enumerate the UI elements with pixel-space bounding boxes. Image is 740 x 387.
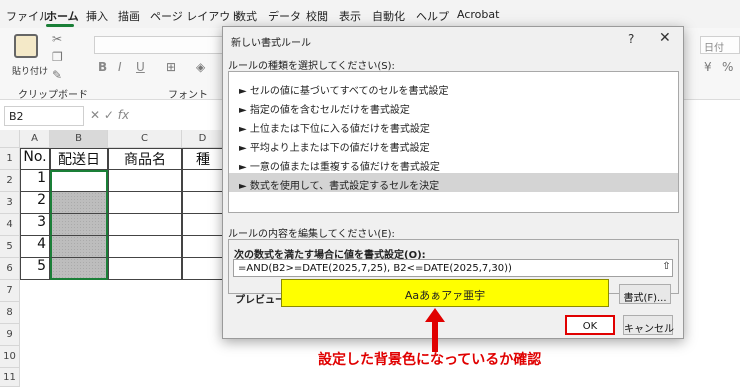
rule-type-specific-text[interactable]: ► 指定の値を含むセルだけを書式設定 — [229, 97, 678, 116]
paste-icon[interactable] — [14, 34, 38, 58]
rule-type-label: ルールの種類を選択してください(S): — [228, 61, 395, 72]
cell-b2[interactable] — [50, 170, 108, 192]
bold-icon[interactable]: B — [98, 60, 107, 74]
underline-icon[interactable]: U — [136, 60, 145, 74]
cell-a3[interactable]: 2 — [20, 192, 50, 214]
edit-rule-label: ルールの内容を編集してください(E): — [228, 229, 395, 240]
menu-formulas[interactable]: 数式 — [235, 8, 257, 24]
dialog-title: 新しい書式ルール — [231, 38, 311, 49]
percent-icon[interactable]: % — [722, 60, 733, 74]
menu-draw[interactable]: 描画 — [118, 8, 140, 24]
cell-c4[interactable] — [108, 214, 182, 236]
format-painter-icon[interactable]: ✎ — [52, 68, 62, 82]
row-header-10[interactable]: 10 — [0, 346, 20, 368]
cut-icon[interactable]: ✂ — [52, 32, 62, 46]
menu-insert[interactable]: 挿入 — [86, 8, 108, 24]
cell-b4[interactable] — [50, 214, 108, 236]
cell-b1[interactable]: 配送日 — [50, 148, 108, 170]
collapse-dialog-icon[interactable]: ⇧ — [660, 261, 673, 275]
cell-d2[interactable] — [182, 170, 224, 192]
menu-data[interactable]: データ — [268, 8, 301, 24]
menu-review[interactable]: 校閲 — [306, 8, 328, 24]
ok-button[interactable]: OK — [565, 315, 615, 335]
cell-c1[interactable]: 商品名 — [108, 148, 182, 170]
borders-icon[interactable]: ⊞ — [166, 60, 176, 74]
currency-icon[interactable]: ¥ — [704, 60, 712, 74]
cancel-button[interactable]: キャンセル — [623, 315, 674, 335]
font-name-box[interactable] — [94, 36, 224, 54]
row-header-2[interactable]: 2 — [0, 170, 20, 192]
rule-type-list: ► セルの値に基づいてすべてのセルを書式設定 ► 指定の値を含むセルだけを書式設… — [228, 71, 679, 213]
clipboard-launcher-icon[interactable]: ⌟ — [80, 85, 84, 94]
col-header-b[interactable]: B — [50, 130, 108, 148]
row-header-4[interactable]: 4 — [0, 214, 20, 236]
cell-d1[interactable]: 種 — [182, 148, 224, 170]
number-format-box[interactable]: 日付 — [700, 36, 740, 54]
menu-home[interactable]: ホーム — [46, 8, 79, 24]
help-icon[interactable]: ? — [628, 32, 634, 46]
cell-b3[interactable] — [50, 192, 108, 214]
menu-help[interactable]: ヘルプ — [416, 8, 449, 24]
rule-type-top-bottom[interactable]: ► 上位または下位に入る値だけを書式設定 — [229, 116, 678, 135]
cell-c5[interactable] — [108, 236, 182, 258]
format-preview: Aaあぁアァ亜宇 — [281, 279, 609, 307]
cell-a6[interactable]: 5 — [20, 258, 50, 280]
confirm-entry-icon[interactable]: ✓ — [104, 108, 114, 122]
cell-d5[interactable] — [182, 236, 224, 258]
fx-icon[interactable]: fx — [118, 108, 129, 122]
rule-type-formula[interactable]: ► 数式を使用して、書式設定するセルを決定 — [229, 173, 678, 192]
cell-d4[interactable] — [182, 214, 224, 236]
annotation-text: 設定した背景色になっているか確認 — [318, 352, 542, 368]
cell-c3[interactable] — [108, 192, 182, 214]
cell-b6[interactable] — [50, 258, 108, 280]
active-tab-indicator — [46, 24, 74, 27]
cell-c2[interactable] — [108, 170, 182, 192]
menu-file[interactable]: ファイル — [6, 8, 50, 24]
cancel-entry-icon[interactable]: ✕ — [90, 108, 100, 122]
cell-a2[interactable]: 1 — [20, 170, 50, 192]
cell-c6[interactable] — [108, 258, 182, 280]
cell-a1[interactable]: No. — [20, 148, 50, 170]
cell-d6[interactable] — [182, 258, 224, 280]
row-header-9[interactable]: 9 — [0, 324, 20, 346]
paste-label[interactable]: 貼り付け — [12, 64, 48, 77]
menu-view[interactable]: 表示 — [339, 8, 361, 24]
row-header-8[interactable]: 8 — [0, 302, 20, 324]
menu-bar: ファイル ホーム 挿入 描画 ページ レイアウト 数式 データ 校閲 表示 自動… — [0, 0, 740, 28]
cell-a4[interactable]: 3 — [20, 214, 50, 236]
annotation-arrow-icon — [425, 308, 445, 352]
format-button[interactable]: 書式(F)... — [619, 284, 671, 304]
col-header-c[interactable]: C — [108, 130, 182, 148]
rule-type-unique-duplicate[interactable]: ► 一意の値または重複する値だけを書式設定 — [229, 154, 678, 173]
menu-page-layout[interactable]: ページ レイアウト — [150, 8, 241, 24]
row-header-1[interactable]: 1 — [0, 148, 20, 170]
cell-d3[interactable] — [182, 192, 224, 214]
menu-acrobat[interactable]: Acrobat — [457, 8, 499, 21]
row-header-3[interactable]: 3 — [0, 192, 20, 214]
row-header-11[interactable]: 11 — [0, 368, 20, 387]
row-header-6[interactable]: 6 — [0, 258, 20, 280]
formula-input[interactable]: =AND(B2>=DATE(2025,7,25), B2<=DATE(2025,… — [233, 259, 673, 277]
menu-automate[interactable]: 自動化 — [372, 8, 405, 24]
fill-color-icon[interactable]: ◈ — [196, 60, 205, 74]
row-header-5[interactable]: 5 — [0, 236, 20, 258]
copy-icon[interactable]: ❐ — [52, 50, 63, 64]
name-box[interactable]: B2 — [4, 106, 84, 126]
clipboard-group-label: クリップボード — [18, 90, 88, 101]
row-header-7[interactable]: 7 — [0, 280, 20, 302]
cell-b5[interactable] — [50, 236, 108, 258]
italic-icon[interactable]: I — [118, 60, 122, 74]
close-icon[interactable]: ✕ — [659, 30, 671, 46]
rule-type-cell-value[interactable]: ► セルの値に基づいてすべてのセルを書式設定 — [229, 78, 678, 97]
col-header-d[interactable]: D — [182, 130, 224, 148]
select-all-corner[interactable] — [0, 130, 20, 148]
new-format-rule-dialog: 新しい書式ルール ? ✕ ルールの種類を選択してください(S): ► セルの値に… — [222, 26, 684, 339]
cell-a5[interactable]: 4 — [20, 236, 50, 258]
font-group-label: フォント — [168, 90, 208, 101]
formula-bar-controls: ✕ ✓ fx — [90, 108, 129, 122]
col-header-a[interactable]: A — [20, 130, 50, 148]
rule-type-above-below-average[interactable]: ► 平均より上または下の値だけを書式設定 — [229, 135, 678, 154]
